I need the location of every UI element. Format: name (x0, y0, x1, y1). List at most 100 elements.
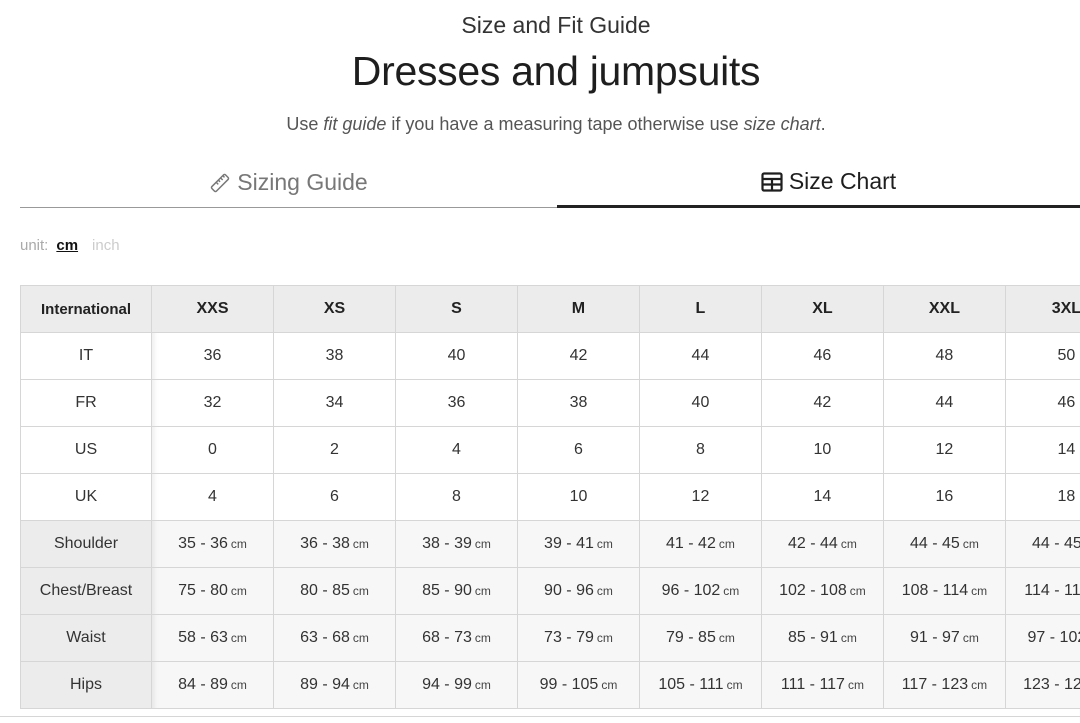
measure-unit: cm (971, 678, 988, 692)
measure-unit: cm (352, 584, 369, 598)
row-label: UK (20, 473, 153, 521)
measure-value: 85 - 91 (788, 629, 838, 646)
measure-value: 35 - 36 (178, 535, 228, 552)
table-cell: 105 - 111 cm (638, 661, 762, 709)
measure-value: 75 - 80 (178, 582, 228, 599)
measure-value: 36 - 38 (300, 535, 350, 552)
table-cell: 68 - 73 cm (394, 614, 518, 662)
measure-value: 117 - 123 (901, 676, 969, 693)
measure-value: 99 - 105 (539, 676, 599, 693)
table-cell: 6 (516, 426, 640, 474)
unit-inch-option[interactable]: inch (92, 237, 120, 254)
subtitle-fit-guide: fit guide (323, 114, 387, 134)
measure-value: 97 - 102 (1027, 629, 1080, 646)
measure-unit: cm (840, 631, 857, 645)
measure-value: 85 - 90 (422, 582, 472, 599)
measure-value: 79 - 85 (666, 629, 716, 646)
table-cell: 46 (760, 332, 884, 380)
table-cell: 85 - 91 cm (760, 614, 884, 662)
table-cell: 10 (516, 473, 640, 521)
table-cell: 39 - 41 cm (516, 520, 640, 568)
table-row: US024681012141 (20, 426, 1080, 474)
measure-unit: cm (601, 678, 618, 692)
table-cell: 4 (394, 426, 518, 474)
table-cell: 63 - 68 cm (273, 614, 396, 662)
measure-unit: cm (840, 537, 857, 551)
guide-tabs: Sizing Guide Size Chart (20, 158, 1080, 208)
column-header-size: L (638, 285, 762, 333)
size-chart-table: InternationalXXSXSSMLXLXXL3XL4X IT363840… (20, 285, 1080, 709)
table-cell: 96 - 102 cm (638, 567, 762, 615)
table-cell: 44 - 45cm (1004, 520, 1080, 568)
unit-label: unit: (20, 237, 49, 254)
column-header-size: S (394, 285, 518, 333)
row-label: Waist (20, 614, 153, 662)
table-cell: 79 - 85 cm (638, 614, 762, 662)
ruler-icon (209, 172, 231, 194)
table-cell: 123 - 128cm (1004, 661, 1080, 709)
measure-value: 108 - 114 (901, 582, 969, 599)
row-label: Shoulder (20, 520, 153, 568)
table-cell: 14 (1004, 426, 1080, 474)
subtitle-prefix: Use (286, 114, 324, 134)
measure-unit: cm (847, 678, 864, 692)
measure-unit: cm (726, 678, 743, 692)
unit-selector: unit: cm inch (20, 237, 120, 254)
measure-unit: cm (596, 584, 613, 598)
table-cell: 97 - 102cm (1004, 614, 1080, 662)
subtitle-middle: if you have a measuring tape otherwise u… (386, 114, 744, 134)
table-cell: 91 - 97 cm (882, 614, 1006, 662)
measure-value: 41 - 42 (666, 535, 716, 552)
measure-value: 38 - 39 (422, 535, 472, 552)
measure-unit: cm (474, 584, 491, 598)
row-label: IT (20, 332, 153, 380)
measure-value: 42 - 44 (788, 535, 838, 552)
measure-unit: cm (352, 678, 369, 692)
measure-unit: cm (718, 537, 735, 551)
column-header-size: XL (760, 285, 884, 333)
measure-value: 58 - 63 (178, 629, 228, 646)
unit-cm-option[interactable]: cm (56, 237, 78, 254)
table-cell: 8 (638, 426, 762, 474)
subtitle-size-chart: size chart (743, 114, 821, 134)
table-icon (761, 171, 783, 192)
table-cell: 44 (882, 379, 1006, 427)
table-cell: 6 (273, 473, 396, 521)
table-row: Hips 84 - 89 cm 89 - 94 cm 94 - 99 cm 99 - 105 c… (20, 661, 1080, 709)
table-cell: 46 (1004, 379, 1080, 427)
table-cell: 4 (151, 473, 274, 521)
table-cell: 38 (273, 332, 396, 380)
column-header-size: XXL (882, 285, 1006, 333)
table-row: Shoulder 35 - 36 cm 36 - 38 cm 38 - 39 cm 39 - … (20, 520, 1080, 568)
measure-value: 39 - 41 (544, 535, 594, 552)
measure-value: 63 - 68 (300, 629, 350, 646)
table-cell: 58 - 63 cm (151, 614, 274, 662)
table-cell: 80 - 85 cm (273, 567, 396, 615)
measure-value: 111 - 117 (780, 676, 845, 693)
table-cell: 42 - 44 cm (760, 520, 884, 568)
measure-value: 84 - 89 (178, 676, 228, 693)
table-cell: 38 (516, 379, 640, 427)
table-cell: 2 (273, 426, 396, 474)
measure-value: 44 - 45 (910, 535, 960, 552)
row-label: FR (20, 379, 153, 427)
table-cell: 99 - 105 cm (516, 661, 640, 709)
row-label: Chest/Breast (20, 567, 153, 615)
measure-unit: cm (474, 537, 491, 551)
tab-sizing-guide[interactable]: Sizing Guide (20, 158, 557, 208)
table-cell: 111 - 117 cm (760, 661, 884, 709)
table-cell: 8 (394, 473, 518, 521)
table-row: FR32343638404244464 (20, 379, 1080, 427)
page-kicker: Size and Fit Guide (461, 12, 651, 38)
measure-unit: cm (962, 631, 979, 645)
column-header-size: XS (273, 285, 396, 333)
measure-value: 44 - 45 (1031, 535, 1080, 552)
tab-size-chart[interactable]: Size Chart (557, 158, 1080, 208)
size-chart-table-wrap[interactable]: InternationalXXSXSSMLXLXXL3XL4X IT363840… (20, 285, 1080, 723)
page-subtitle: Use fit guide if you have a measuring ta… (0, 114, 1080, 135)
row-label: Hips (20, 661, 153, 709)
table-row: UK46810121416182 (20, 473, 1080, 521)
measure-unit: cm (474, 678, 491, 692)
table-cell: 41 - 42 cm (638, 520, 762, 568)
table-cell: 42 (516, 332, 640, 380)
